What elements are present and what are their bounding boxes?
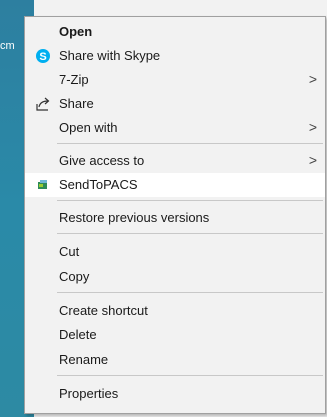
menu-item-restore-previous-versions[interactable]: Restore previous versions bbox=[25, 206, 325, 230]
menu-separator bbox=[57, 375, 323, 376]
menu-item-give-access-to-label: Give access to bbox=[59, 153, 145, 168]
menu-item-open-label: Open bbox=[59, 24, 93, 39]
menu-item-sendtopacs[interactable]: SendToPACS bbox=[25, 173, 325, 197]
submenu-arrow-icon: > bbox=[308, 152, 317, 168]
menu-item-properties[interactable]: Properties bbox=[25, 382, 325, 406]
menu-item-cut-label: Cut bbox=[59, 244, 80, 259]
menu-item-create-shortcut[interactable]: Create shortcut bbox=[25, 299, 325, 323]
sendtopacs-icon bbox=[35, 177, 51, 193]
menu-item-share-with-skype[interactable]: S Share with Skype bbox=[25, 44, 325, 68]
menu-item-create-shortcut-label: Create shortcut bbox=[59, 303, 148, 318]
desktop-file-label: cm bbox=[0, 40, 15, 52]
menu-item-open[interactable]: Open bbox=[25, 20, 325, 44]
menu-separator bbox=[57, 143, 323, 144]
menu-item-restore-label: Restore previous versions bbox=[59, 210, 210, 225]
menu-item-share-label: Share bbox=[59, 96, 94, 111]
menu-item-open-with-label: Open with bbox=[59, 120, 118, 135]
menu-item-cut[interactable]: Cut bbox=[25, 240, 325, 264]
menu-separator bbox=[57, 292, 323, 293]
menu-item-7zip-label: 7-Zip bbox=[59, 72, 89, 87]
share-icon bbox=[35, 96, 51, 112]
menu-item-sendtopacs-label: SendToPACS bbox=[59, 177, 138, 192]
context-menu: Open S Share with Skype 7-Zip > Share Op… bbox=[24, 16, 326, 414]
menu-item-rename-label: Rename bbox=[59, 352, 109, 367]
submenu-arrow-icon: > bbox=[308, 71, 317, 87]
menu-item-delete[interactable]: Delete bbox=[25, 323, 325, 347]
svg-text:S: S bbox=[39, 51, 46, 63]
menu-item-share[interactable]: Share bbox=[25, 92, 325, 116]
menu-separator bbox=[57, 200, 323, 201]
menu-separator bbox=[57, 233, 323, 234]
menu-item-rename[interactable]: Rename bbox=[25, 348, 325, 372]
menu-item-properties-label: Properties bbox=[59, 386, 119, 401]
menu-item-copy[interactable]: Copy bbox=[25, 265, 325, 289]
menu-item-copy-label: Copy bbox=[59, 269, 90, 284]
skype-icon: S bbox=[35, 48, 51, 64]
menu-item-give-access-to[interactable]: Give access to > bbox=[25, 149, 325, 173]
menu-item-open-with[interactable]: Open with > bbox=[25, 116, 325, 140]
submenu-arrow-icon: > bbox=[308, 119, 317, 135]
menu-item-7zip[interactable]: 7-Zip > bbox=[25, 68, 325, 92]
menu-item-delete-label: Delete bbox=[59, 327, 97, 342]
menu-item-share-with-skype-label: Share with Skype bbox=[59, 48, 161, 63]
